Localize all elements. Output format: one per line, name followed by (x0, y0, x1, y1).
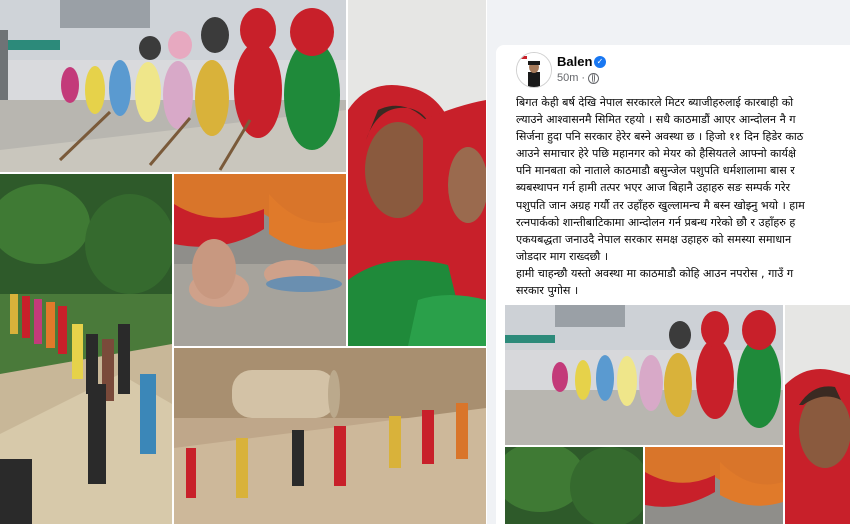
post-time[interactable]: 50m (557, 72, 578, 84)
post-photo-women-seated[interactable] (505, 305, 783, 445)
post-photo-forest-road[interactable] (505, 447, 643, 524)
post-text-line: रत्नपार्कको शान्तीबाटिकामा आन्दोलन गर्न … (516, 215, 796, 229)
photo-women-seated-steps (0, 0, 346, 172)
post-photo-feet[interactable] (645, 447, 783, 524)
post-text-line: बिगत केही बर्ष देखि नेपाल सरकारले मिटर ब… (516, 96, 794, 109)
photo-march-dirt-hill (174, 348, 486, 524)
post-text-line: सरकार पुगोस । (516, 284, 579, 298)
photo-woman-red-shawl-closeup (348, 0, 486, 346)
post-text-line: ल्याउने आश्वासनमै सिमित रहयो । सधै काठमा… (516, 113, 796, 127)
post-text-line: एकयबद्धता जनाउदै नेपाल सरकार समक्ष उहाहर… (516, 232, 792, 246)
post-text-line: आउने समाचार हेरे पछि महानगर को मेयर को ह… (516, 147, 796, 161)
post-text-line: सिर्जना हुदा पनि सरकार हेरेर बस्ने अवस्थ… (516, 130, 804, 144)
author-avatar[interactable] (516, 52, 552, 88)
verified-badge-icon: ✓ (594, 56, 606, 68)
post-text-line: ब्यबस्थापन गर्न हामी तत्पर भएर आज बिहानै… (516, 181, 791, 195)
author-name[interactable]: Balen (557, 54, 592, 69)
post-photo-woman-red-shawl[interactable] (785, 305, 850, 524)
post-text-line: जोडदार माग राख्दछौ । (516, 249, 609, 263)
photo-march-forest-road (0, 174, 172, 524)
post-text-line: हामी चाहन्छौ यस्तो अवस्था मा काठमाडौ कोह… (516, 266, 794, 280)
post-meta: 50m · (557, 72, 600, 84)
globe-icon (588, 72, 600, 84)
post-text-line: पनि मानबता को नाताले काठमाडौ बसुन्जेल पश… (516, 164, 795, 178)
post-text: बिगत केही बर्ष देखि नेपाल सरकारले मिटर ब… (516, 94, 850, 299)
post-text-line: पशुपति जान अग्रह गर्यौ तर उहाँहरु खुल्ला… (516, 198, 805, 212)
photo-feet-closeup (174, 174, 346, 346)
